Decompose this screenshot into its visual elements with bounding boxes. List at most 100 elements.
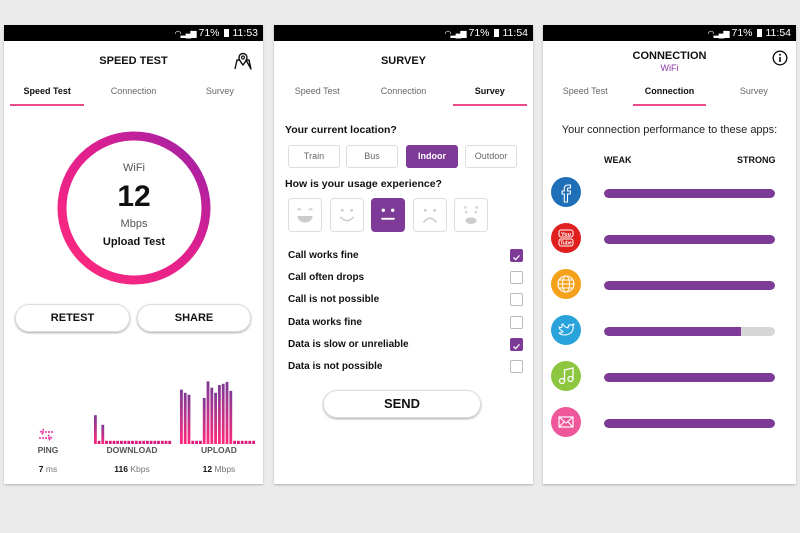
ping-unit: ms [45,464,58,474]
option-data-not-possible[interactable]: Data is not possible [285,358,523,376]
download-bar [101,424,105,444]
app-bar: SPEED TEST [4,41,263,79]
checkbox[interactable] [510,293,523,306]
app-bar: SURVEY [274,41,533,79]
checkbox-checked[interactable] [510,249,523,262]
very-happy-face-button[interactable] [288,198,322,232]
shocked-face-icon [464,206,478,224]
download-bar [157,440,160,444]
upload-bar [195,440,198,444]
share-button[interactable]: SHARE [137,304,251,332]
app-row-music [551,361,791,393]
tab-bar: Speed Test Connection Survey [543,79,796,106]
download-bar [153,440,157,444]
download-bar [131,440,134,444]
speed-gauge: WiFi 12 Mbps Upload Test [56,130,212,286]
upload-bar [252,440,255,444]
app-row-web [551,269,791,301]
upload-bar [191,440,195,444]
tab-speed-test[interactable]: Speed Test [274,79,360,106]
wifi-signal-icon: ◠▂▄▆ [174,28,197,38]
neutral-face-button[interactable] [371,198,405,232]
speed-value: 12 [117,180,151,213]
checkbox[interactable] [510,271,523,284]
download-value: 116 [114,464,128,474]
tab-bar: Speed Test Connection Survey [4,79,263,106]
battery-icon [493,29,499,37]
clock: 11:54 [765,27,792,39]
network-subtitle: WiFi [660,63,679,73]
wifi-signal-icon: ◠▂▄▆ [707,28,730,38]
tab-survey[interactable]: Survey [712,79,796,106]
tab-connection[interactable]: Connection [360,79,446,106]
option-call-often-drops[interactable]: Call often drops [285,269,523,287]
check-icon [513,254,520,261]
map-pin-icon[interactable] [233,51,253,71]
strength-bar-track [604,281,775,290]
app-row-email [551,407,791,439]
speed-unit: Mbps [120,218,148,230]
strength-bar-fill [604,373,775,382]
upload-bar [187,394,191,444]
clock: 11:54 [502,27,529,39]
battery-icon [223,29,229,37]
checkbox-checked[interactable] [510,338,523,351]
ping-value: 7 [38,464,44,474]
option-call-works-fine[interactable]: Call works fine [285,247,523,265]
download-chart [94,415,172,444]
tab-speed-test[interactable]: Speed Test [4,79,90,106]
retest-button[interactable]: RETEST [15,304,130,332]
strength-bar-track [604,373,775,382]
check-icon [513,343,520,350]
location-indoor-button[interactable]: Indoor [406,145,458,168]
app-bar: CONNECTION WiFi [543,41,796,79]
strength-bar-fill [604,419,775,428]
strength-bar-track [604,327,775,336]
happy-face-button[interactable] [330,198,364,232]
page-title: SPEED TEST [99,55,168,67]
battery-percent: 71% [468,27,490,39]
shocked-face-button[interactable] [454,198,488,232]
location-train-button[interactable]: Train [288,145,340,168]
download-bar [134,440,138,444]
happy-face-icon [339,208,355,222]
upload-bar [214,392,217,444]
upload-bar [240,440,244,444]
download-bar [112,440,116,444]
download-bar [142,440,146,444]
tab-survey[interactable]: Survey [177,79,263,106]
download-bar [105,440,108,444]
option-data-works-fine[interactable]: Data works fine [285,314,523,332]
app-row-youtube: You Tube [551,223,791,255]
send-button[interactable]: SEND [323,390,481,418]
download-bar [168,440,172,444]
upload-bar [218,385,221,444]
sad-face-button[interactable] [413,198,447,232]
upload-bar [248,440,252,444]
tab-survey[interactable]: Survey [447,79,533,106]
app-row-twitter [551,315,791,347]
tab-connection[interactable]: Connection [90,79,176,106]
ping-label: PING [37,445,59,455]
info-icon[interactable] [772,50,788,66]
wifi-signal-icon: ◠▂▄▆ [444,28,467,38]
checkbox[interactable] [510,316,523,329]
upload-label: UPLOAD [201,445,237,455]
facebook-icon [551,177,581,207]
checkbox[interactable] [510,360,523,373]
download-label: DOWNLOAD [106,445,158,455]
location-outdoor-button[interactable]: Outdoor [465,145,517,168]
option-data-slow[interactable]: Data is slow or unreliable [285,336,523,354]
location-bus-button[interactable]: Bus [346,145,398,168]
tab-speed-test[interactable]: Speed Test [543,79,627,106]
app-row-facebook [551,177,791,209]
svg-text:Tube: Tube [560,241,572,247]
download-bar [138,440,142,444]
tab-connection[interactable]: Connection [627,79,711,106]
strength-bar-track [604,235,775,244]
upload-bar [206,381,210,444]
upload-bar [183,392,187,444]
test-type: Upload Test [102,236,166,248]
upload-metric: UPLOAD 12 Mbps [179,445,259,474]
option-call-not-possible[interactable]: Call is not possible [285,291,523,309]
